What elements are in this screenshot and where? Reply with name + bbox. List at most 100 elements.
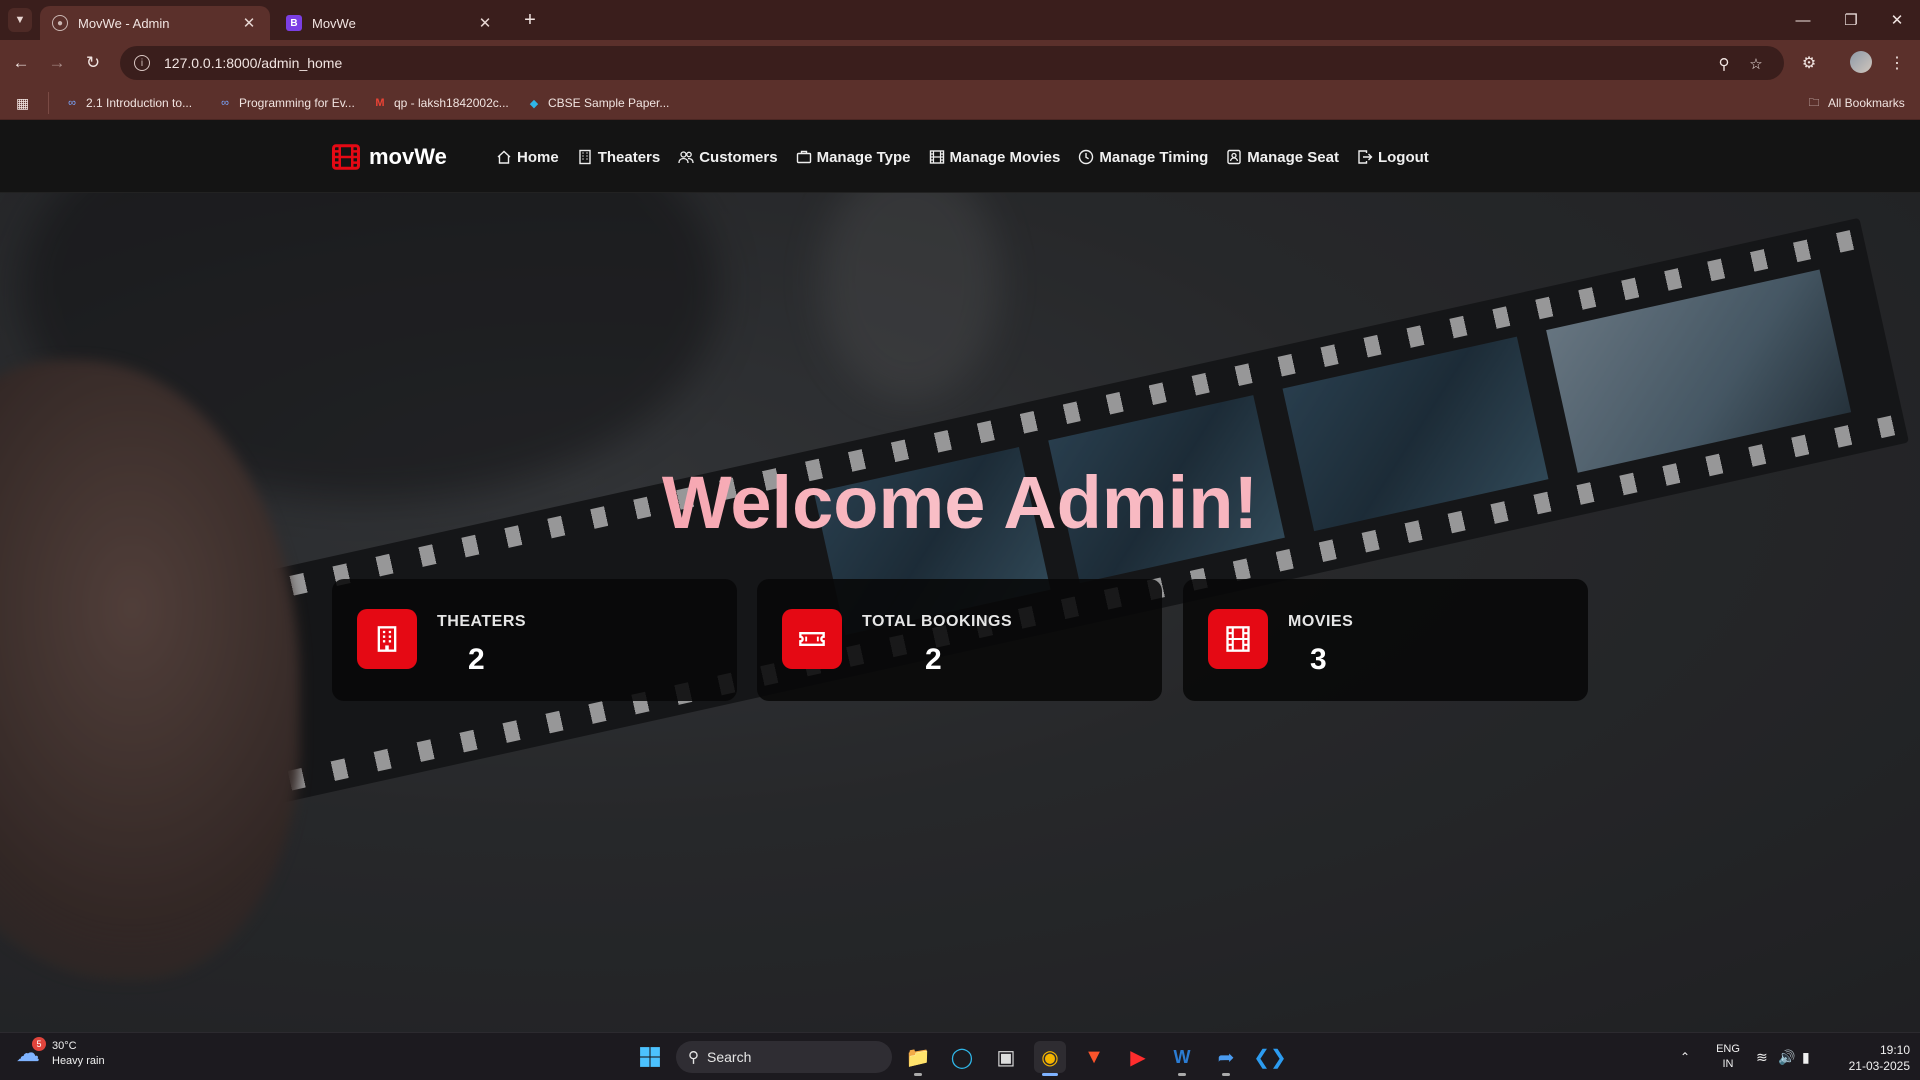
page-content: movWe Home Theaters Customers Manage Typ… bbox=[0, 120, 1920, 1032]
logout-icon bbox=[1358, 150, 1373, 164]
building-icon bbox=[357, 609, 417, 669]
bookmarks-divider bbox=[48, 92, 49, 114]
youtube-music-icon[interactable]: ▶ bbox=[1122, 1041, 1154, 1073]
nav-label: Manage Timing bbox=[1099, 148, 1209, 166]
extensions-icon[interactable]: ⚙ bbox=[1796, 50, 1822, 76]
weather-widget[interactable]: ☁ 5 30°C Heavy rain bbox=[16, 1037, 105, 1069]
person-badge-icon bbox=[1227, 149, 1241, 165]
nav-manage-type[interactable]: Manage Type bbox=[796, 149, 911, 166]
search-icon: ⚲ bbox=[688, 1049, 699, 1066]
apps-grid-icon[interactable]: ▦ bbox=[16, 94, 29, 112]
clock[interactable]: 19:10 21-03-2025 bbox=[1830, 1042, 1910, 1074]
url-text: 127.0.0.1:8000/admin_home bbox=[164, 55, 343, 71]
folder-icon: 🗀 bbox=[1808, 96, 1820, 109]
tab-movwe-admin[interactable]: ● MovWe - Admin ✕ bbox=[40, 6, 270, 40]
nav-home[interactable]: Home bbox=[496, 149, 559, 166]
menu-kebab-icon[interactable]: ⋮ bbox=[1884, 50, 1910, 76]
site-header: movWe Home Theaters Customers Manage Typ… bbox=[0, 120, 1920, 193]
edge-icon[interactable]: ◯ bbox=[946, 1041, 978, 1073]
brand-name: movWe bbox=[369, 144, 447, 169]
language-indicator[interactable]: ENG IN bbox=[1714, 1042, 1742, 1072]
bootstrap-icon: B bbox=[286, 15, 302, 31]
bookmark-label: qp - laksh1842002c... bbox=[394, 96, 509, 110]
welcome-heading: Welcome Admin! bbox=[0, 460, 1920, 545]
bookmark-item[interactable]: ◆ CBSE Sample Paper... bbox=[526, 94, 670, 112]
weather-badge: 5 bbox=[32, 1037, 46, 1051]
nav-label: Manage Type bbox=[816, 148, 911, 166]
infinity-icon: ∞ bbox=[221, 97, 229, 109]
back-icon[interactable]: ← bbox=[8, 50, 34, 76]
nav-manage-seat[interactable]: Manage Seat bbox=[1226, 149, 1339, 166]
bookmark-item[interactable]: ∞ Programming for Ev... bbox=[217, 94, 355, 112]
nav-label: Manage Seat bbox=[1247, 148, 1339, 166]
weather-desc: Heavy rain bbox=[52, 1055, 105, 1067]
all-bookmarks[interactable]: 🗀 All Bookmarks bbox=[1806, 94, 1905, 112]
minimize-icon[interactable]: — bbox=[1780, 0, 1826, 40]
weather-temp: 30°C bbox=[52, 1040, 77, 1052]
stat-card-theaters: THEATERS 2 bbox=[332, 579, 737, 701]
tab-title: MovWe - Admin bbox=[78, 15, 170, 31]
battery-icon[interactable]: ▮ bbox=[1802, 1033, 1810, 1080]
nav-customers[interactable]: Customers bbox=[678, 148, 778, 166]
bookmark-item[interactable]: ∞ 2.1 Introduction to... bbox=[64, 94, 192, 112]
nav-manage-timing[interactable]: Manage Timing bbox=[1078, 149, 1208, 166]
nav-label: Manage Movies bbox=[949, 148, 1061, 166]
taskbar-search[interactable]: ⚲ Search bbox=[676, 1041, 892, 1073]
briefcase-icon bbox=[796, 150, 811, 164]
stat-value: 2 bbox=[468, 643, 485, 676]
word-icon[interactable]: W bbox=[1166, 1041, 1198, 1076]
nav-logout[interactable]: Logout bbox=[1357, 149, 1429, 166]
address-bar[interactable]: i 127.0.0.1:8000/admin_home ⚲ ☆ bbox=[120, 46, 1784, 80]
nav-label: Logout bbox=[1377, 148, 1429, 166]
close-window-icon[interactable]: ✕ bbox=[1874, 0, 1920, 40]
stat-card-bookings: TOTAL BOOKINGS 2 bbox=[757, 579, 1162, 701]
cbse-icon: ◆ bbox=[529, 97, 539, 110]
reload-icon[interactable]: ↻ bbox=[80, 50, 106, 76]
restore-icon[interactable]: ❐ bbox=[1828, 0, 1874, 40]
site-info-icon[interactable]: i bbox=[134, 55, 150, 71]
film-icon bbox=[332, 144, 360, 170]
search-label: Search bbox=[707, 1049, 752, 1065]
windows-start-icon[interactable] bbox=[634, 1041, 666, 1073]
stat-label: THEATERS bbox=[437, 613, 527, 630]
nav-label: Home bbox=[517, 148, 559, 166]
nav-label: Theaters bbox=[597, 148, 661, 166]
building-icon bbox=[578, 149, 591, 165]
brave-icon[interactable]: ▼ bbox=[1078, 1041, 1110, 1073]
tab-search-dropdown-icon[interactable]: ▼ bbox=[8, 8, 32, 32]
stat-value: 3 bbox=[1310, 643, 1327, 676]
clock-date: 21-03-2025 bbox=[1848, 1059, 1910, 1073]
film-icon bbox=[929, 150, 944, 164]
bookmark-star-icon[interactable]: ☆ bbox=[1746, 54, 1766, 74]
nav-label: Customers bbox=[699, 148, 778, 166]
password-key-icon[interactable]: ⚲ bbox=[1714, 54, 1734, 74]
ticket-icon bbox=[782, 609, 842, 669]
all-bookmarks-label: All Bookmarks bbox=[1828, 96, 1905, 110]
tab-movwe[interactable]: B MovWe ✕ bbox=[274, 6, 506, 40]
bookmark-label: Programming for Ev... bbox=[239, 96, 355, 110]
film-icon bbox=[1208, 609, 1268, 669]
bookmark-item[interactable]: M qp - laksh1842002c... bbox=[372, 94, 509, 112]
clock-time: 19:10 bbox=[1879, 1043, 1910, 1057]
show-hidden-icons[interactable]: ⌃ bbox=[1680, 1033, 1690, 1080]
chrome-icon[interactable]: ◉ bbox=[1034, 1041, 1066, 1076]
wifi-icon[interactable]: ≋ bbox=[1756, 1033, 1768, 1080]
store-icon[interactable]: ▣ bbox=[990, 1041, 1022, 1073]
file-explorer-icon[interactable]: 📁 bbox=[902, 1041, 934, 1076]
new-tab-icon[interactable]: + bbox=[518, 8, 542, 32]
stat-value: 2 bbox=[925, 643, 942, 676]
vscode-icon[interactable]: ❮❯ bbox=[1253, 1041, 1287, 1073]
profile-avatar[interactable] bbox=[1850, 51, 1872, 73]
dolphin-app-icon[interactable]: ➦ bbox=[1210, 1041, 1242, 1076]
nav-manage-movies[interactable]: Manage Movies bbox=[929, 148, 1061, 166]
volume-icon[interactable]: 🔊 bbox=[1778, 1033, 1795, 1080]
main-nav: Home Theaters Customers Manage Type Mana… bbox=[496, 144, 1447, 170]
tab-close-icon[interactable]: ✕ bbox=[476, 14, 494, 32]
forward-icon[interactable]: → bbox=[44, 50, 70, 76]
brand-logo[interactable]: movWe bbox=[331, 141, 447, 173]
nav-theaters[interactable]: Theaters bbox=[577, 148, 661, 166]
stat-card-movies: MOVIES 3 bbox=[1183, 579, 1588, 701]
lang-code: ENG bbox=[1716, 1043, 1740, 1055]
taskbar: ☁ 5 30°C Heavy rain ⚲ Search 📁 ◯ ▣ ◉ ▼ ▶… bbox=[0, 1032, 1920, 1080]
tab-close-icon[interactable]: ✕ bbox=[240, 14, 258, 32]
